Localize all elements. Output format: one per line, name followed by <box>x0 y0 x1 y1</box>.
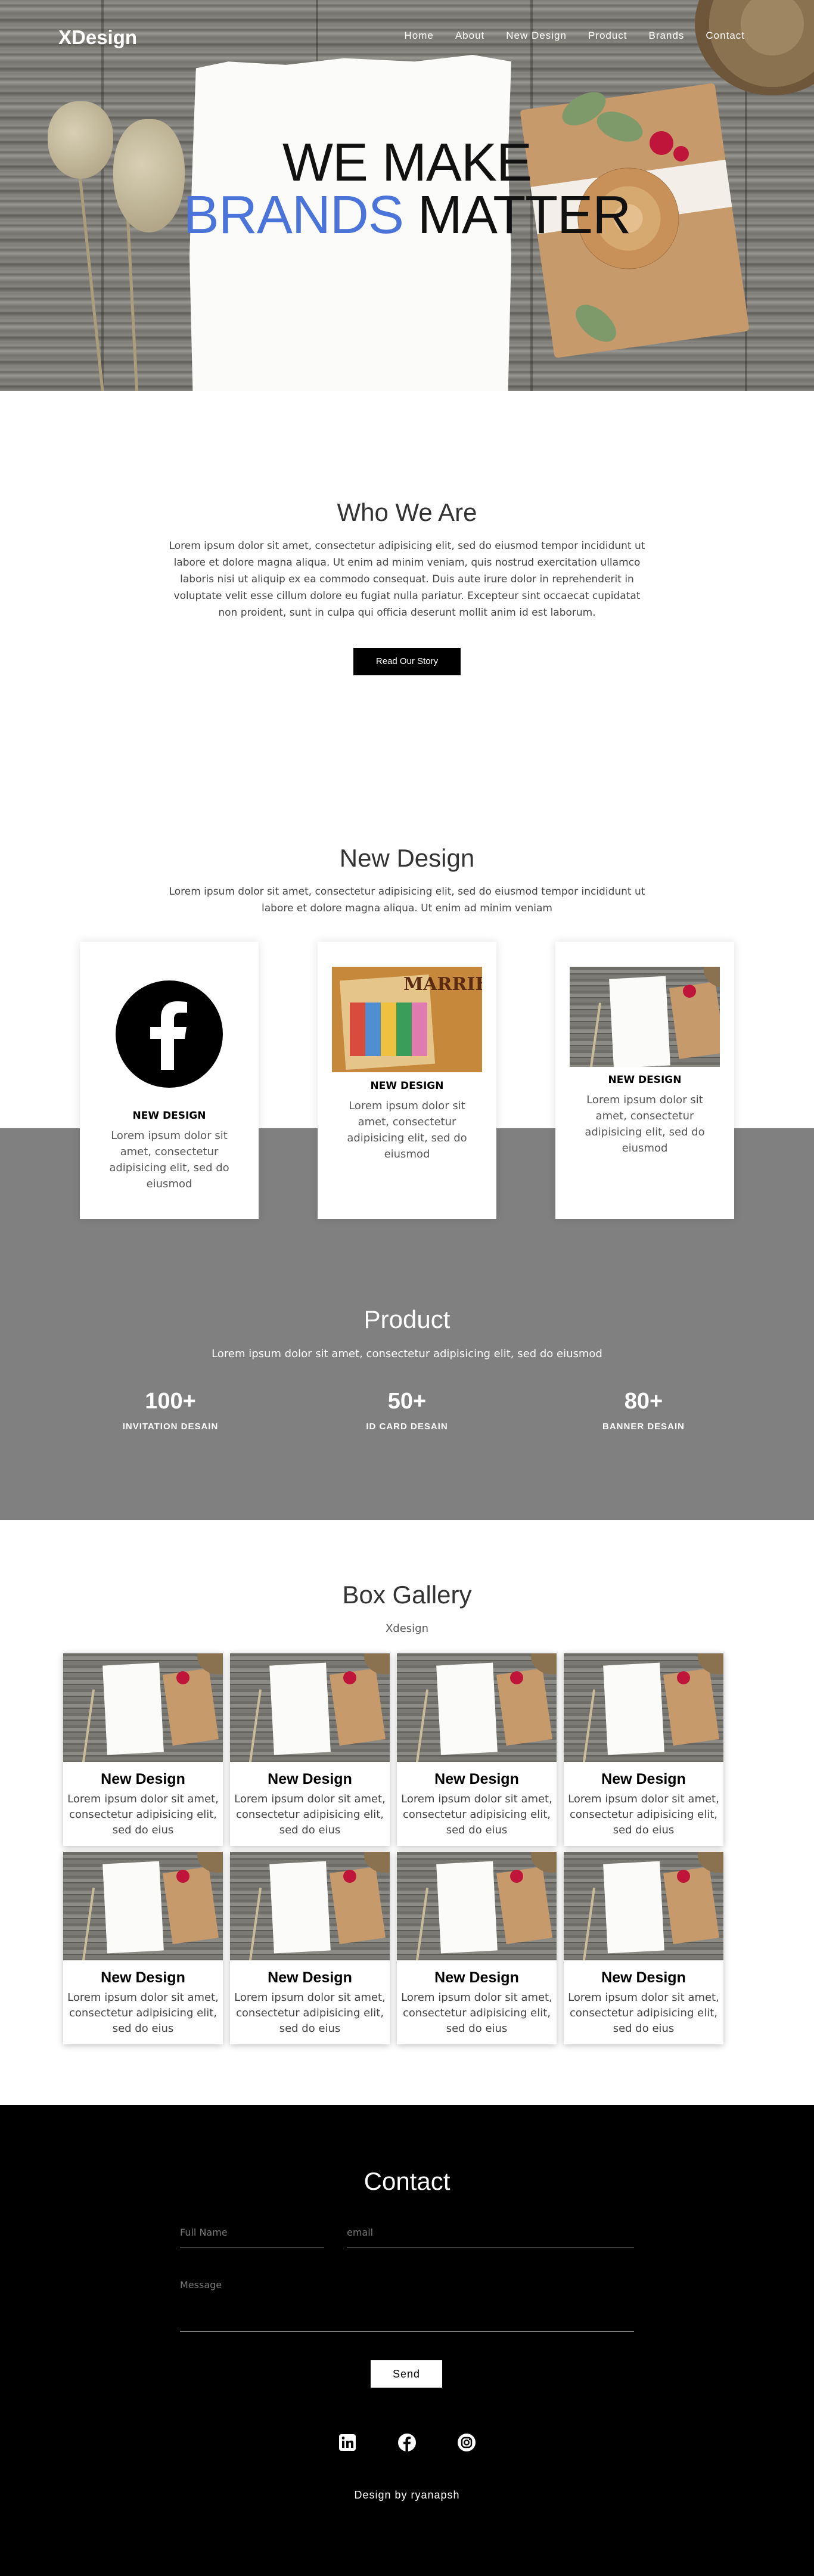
gallery-card-title: New Design <box>601 1969 686 1986</box>
nav-link-new-design[interactable]: New Design <box>506 30 567 42</box>
design-card-title: NEW DESIGN <box>370 1080 444 1092</box>
new-design-title: New Design <box>339 844 475 872</box>
nav-link-contact[interactable]: Contact <box>706 30 745 42</box>
gallery-card[interactable]: New Design Lorem ipsum dolor sit amet, co… <box>564 1653 723 1846</box>
hero-rest-word: MATTER <box>417 185 631 245</box>
nav-links: Home About New Design Product Brands Con… <box>404 30 745 42</box>
gallery-card-text: Lorem ipsum dolor sit amet, consectetur … <box>568 1793 719 1836</box>
gallery-image <box>63 1852 223 1960</box>
nav-link-brands[interactable]: Brands <box>649 30 685 42</box>
email-input[interactable]: email <box>347 2227 634 2248</box>
gallery-card-text: Lorem ipsum dolor sit amet, consectetur … <box>67 1793 219 1836</box>
flatlay-image <box>570 967 720 1067</box>
gallery-image <box>564 1852 723 1960</box>
gallery-card-title: New Design <box>434 1771 519 1787</box>
hero-accent-word: BRANDS <box>183 185 404 245</box>
nav-link-home[interactable]: Home <box>404 30 433 42</box>
gallery-card-title: New Design <box>101 1969 185 1986</box>
gallery-card-text: Lorem ipsum dolor sit amet, consectetur … <box>234 1991 386 2035</box>
gallery-card-title: New Design <box>268 1771 352 1787</box>
send-button[interactable]: Send <box>371 2360 442 2388</box>
product-text: Lorem ipsum dolor sit amet, consectetur … <box>212 1348 602 1360</box>
gallery-title: Box Gallery <box>342 1581 472 1609</box>
gallery-image <box>564 1653 723 1762</box>
instagram-icon[interactable] <box>455 2431 479 2454</box>
stat-invitation: 100+ INVITATION DESAIN <box>81 1389 260 1432</box>
stat-banner: 80+ BANNER DESAIN <box>554 1389 733 1432</box>
nav-link-product[interactable]: Product <box>588 30 627 42</box>
gallery-card-text: Lorem ipsum dolor sit amet, consectetur … <box>67 1991 219 2035</box>
design-card[interactable]: MARRIED NEW DESIGN Lorem ipsum dolor sit… <box>318 942 496 1219</box>
gallery-card-text: Lorem ipsum dolor sit amet, consectetur … <box>234 1793 386 1836</box>
gallery-card[interactable]: New Design Lorem ipsum dolor sit amet, co… <box>63 1852 223 2044</box>
gallery-card-text: Lorem ipsum dolor sit amet, consectetur … <box>401 1991 552 2035</box>
design-card-title: NEW DESIGN <box>132 1110 206 1122</box>
new-design-text: Lorem ipsum dolor sit amet, consectetur … <box>169 886 645 914</box>
gallery-card-title: New Design <box>434 1969 519 1986</box>
contact-title: Contact <box>363 2167 451 2195</box>
gallery-image <box>397 1852 557 1960</box>
gallery-card[interactable]: New Design Lorem ipsum dolor sit amet, co… <box>397 1653 557 1846</box>
design-card-text: Lorem ipsum dolor sit amet, consectetur … <box>347 1100 467 1160</box>
message-textarea[interactable]: Message <box>180 2279 634 2332</box>
gallery-card[interactable]: New Design Lorem ipsum dolor sit amet, co… <box>564 1852 723 2044</box>
design-card[interactable]: NEW DESIGN Lorem ipsum dolor sit amet, c… <box>80 942 259 1219</box>
gallery-image <box>63 1653 223 1762</box>
gallery-card-title: New Design <box>601 1771 686 1787</box>
hero-title-line2: BRANDS MATTER <box>0 185 814 246</box>
gallery-card[interactable]: New Design Lorem ipsum dolor sit amet, co… <box>397 1852 557 2044</box>
wedding-poster-image: MARRIED <box>332 967 482 1072</box>
poster-caption: MARRIED <box>403 974 482 995</box>
gallery-image <box>230 1852 390 1960</box>
read-our-story-button[interactable]: Read Our Story <box>353 648 461 675</box>
about-title: Who We Are <box>337 498 477 526</box>
stat-number: 50+ <box>387 1389 427 1414</box>
stat-number: 80+ <box>624 1389 663 1414</box>
site-logo[interactable]: XDesign <box>58 26 137 49</box>
stat-label: INVITATION DESAIN <box>122 1422 219 1432</box>
gallery-card[interactable]: New Design Lorem ipsum dolor sit amet, co… <box>230 1653 390 1846</box>
gallery-card-text: Lorem ipsum dolor sit amet, consectetur … <box>401 1793 552 1836</box>
gallery-image <box>397 1653 557 1762</box>
design-card-text: Lorem ipsum dolor sit amet, consectetur … <box>585 1094 705 1154</box>
hero-section: XDesign Home About New Design Product Br… <box>0 0 814 391</box>
gallery-card[interactable]: New Design Lorem ipsum dolor sit amet, co… <box>230 1852 390 2044</box>
design-card-text: Lorem ipsum dolor sit amet, consectetur … <box>109 1129 229 1190</box>
facebook-icon[interactable] <box>395 2431 419 2454</box>
footer-credit: Design by ryanapsh <box>354 2489 460 2501</box>
stat-label: BANNER DESAIN <box>602 1422 685 1432</box>
full-name-input[interactable]: Full Name <box>180 2227 324 2248</box>
gallery-card-title: New Design <box>101 1771 185 1787</box>
gallery-image <box>230 1653 390 1762</box>
design-card[interactable]: NEW DESIGN Lorem ipsum dolor sit amet, c… <box>555 942 734 1219</box>
stat-id-card: 50+ ID CARD DESAIN <box>318 1389 496 1432</box>
about-text: Lorem ipsum dolor sit amet, consectetur … <box>169 540 645 619</box>
facebook-icon <box>116 980 223 1088</box>
design-card-title: NEW DESIGN <box>608 1074 682 1086</box>
gallery-subtitle: Xdesign <box>385 1622 429 1635</box>
gallery-card[interactable]: New Design Lorem ipsum dolor sit amet, co… <box>63 1653 223 1846</box>
top-nav: XDesign Home About New Design Product Br… <box>0 0 814 74</box>
stat-number: 100+ <box>145 1389 196 1414</box>
gallery-card-title: New Design <box>268 1969 352 1986</box>
product-title: Product <box>363 1305 451 1333</box>
gallery-card-text: Lorem ipsum dolor sit amet, consectetur … <box>568 1991 719 2035</box>
stat-label: ID CARD DESAIN <box>366 1422 448 1432</box>
linkedin-icon[interactable] <box>335 2431 359 2454</box>
nav-link-about[interactable]: About <box>455 30 484 42</box>
